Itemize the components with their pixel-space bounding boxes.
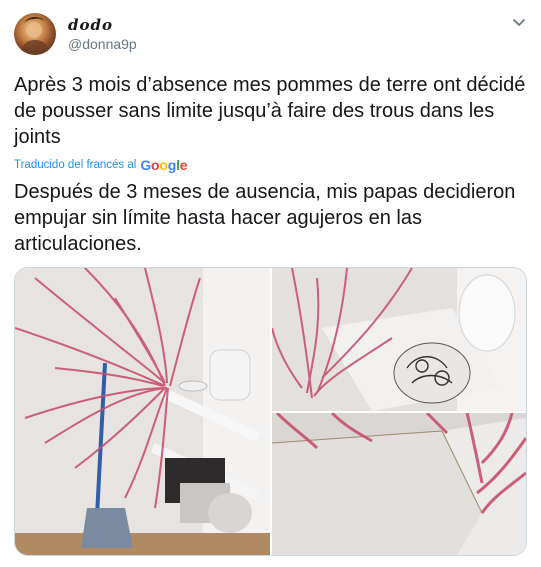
- user-handle[interactable]: @donna9p: [68, 36, 137, 52]
- chevron-down-icon[interactable]: [511, 14, 527, 30]
- tweet-translated-text: Después de 3 meses de ausencia, mis papa…: [14, 181, 516, 255]
- media-photo-1[interactable]: [15, 268, 270, 555]
- media-photo-3[interactable]: [272, 413, 526, 555]
- translation-label: Traducido del francés al: [14, 159, 137, 171]
- tweet-card: dodo @donna9p Après 3 mois d’absence mes…: [0, 0, 541, 567]
- google-logo: Google: [140, 157, 188, 173]
- avatar[interactable]: [14, 13, 56, 55]
- media-photo-2[interactable]: [272, 268, 526, 411]
- user-display-name[interactable]: dodo: [68, 16, 113, 34]
- translation-attribution[interactable]: Traducido del francés al Google: [14, 157, 188, 173]
- media-gallery: [14, 267, 527, 556]
- tweet-original-text: Après 3 mois d’absence mes pommes de ter…: [14, 74, 526, 148]
